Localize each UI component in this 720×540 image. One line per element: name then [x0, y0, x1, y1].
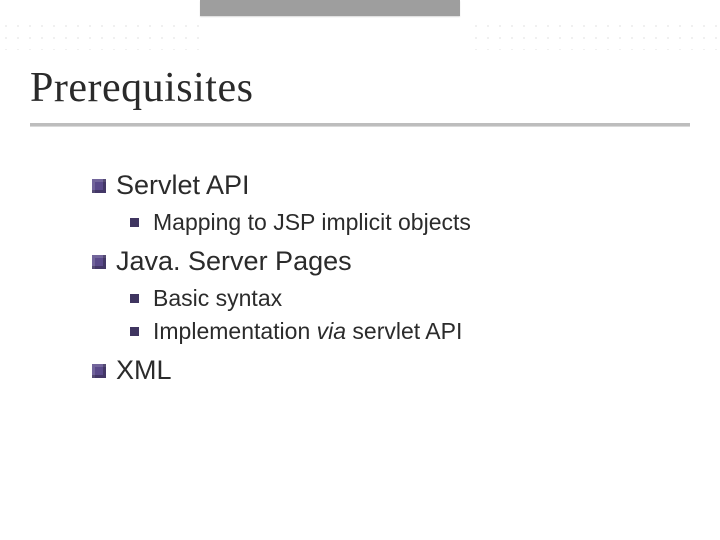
title-underline: [30, 123, 690, 126]
bullet-xml: XML: [92, 355, 680, 386]
top-accent-bar: [200, 0, 460, 16]
bullet-label: Servlet API: [116, 170, 250, 201]
decorative-dots-right: [470, 20, 720, 50]
subbullet-basic-syntax: Basic syntax: [130, 285, 680, 312]
bullet-label: Java. Server Pages: [116, 246, 352, 277]
subbullet-implementation: Implementation via servlet API: [130, 318, 680, 345]
slide-body: Servlet API Mapping to JSP implicit obje…: [92, 160, 680, 394]
diamond-bullet-icon: [92, 255, 106, 269]
diamond-bullet-icon: [92, 364, 106, 378]
square-bullet-icon: [130, 218, 139, 227]
italic-via: via: [317, 318, 346, 344]
subbullet-label: Implementation via servlet API: [153, 318, 462, 345]
subbullet-label: Basic syntax: [153, 285, 282, 312]
diamond-bullet-icon: [92, 179, 106, 193]
square-bullet-icon: [130, 294, 139, 303]
slide-title: Prerequisites: [30, 64, 253, 112]
decorative-dots-left: [0, 20, 200, 50]
bullet-servlet-api: Servlet API: [92, 170, 680, 201]
subbullet-label: Mapping to JSP implicit objects: [153, 209, 471, 236]
bullet-javaserver-pages: Java. Server Pages: [92, 246, 680, 277]
bullet-label: XML: [116, 355, 172, 386]
text-fragment: Implementation: [153, 318, 317, 344]
slide: Prerequisites Servlet API Mapping to JSP…: [0, 0, 720, 540]
square-bullet-icon: [130, 327, 139, 336]
text-fragment: servlet API: [346, 318, 462, 344]
subbullet-mapping: Mapping to JSP implicit objects: [130, 209, 680, 236]
